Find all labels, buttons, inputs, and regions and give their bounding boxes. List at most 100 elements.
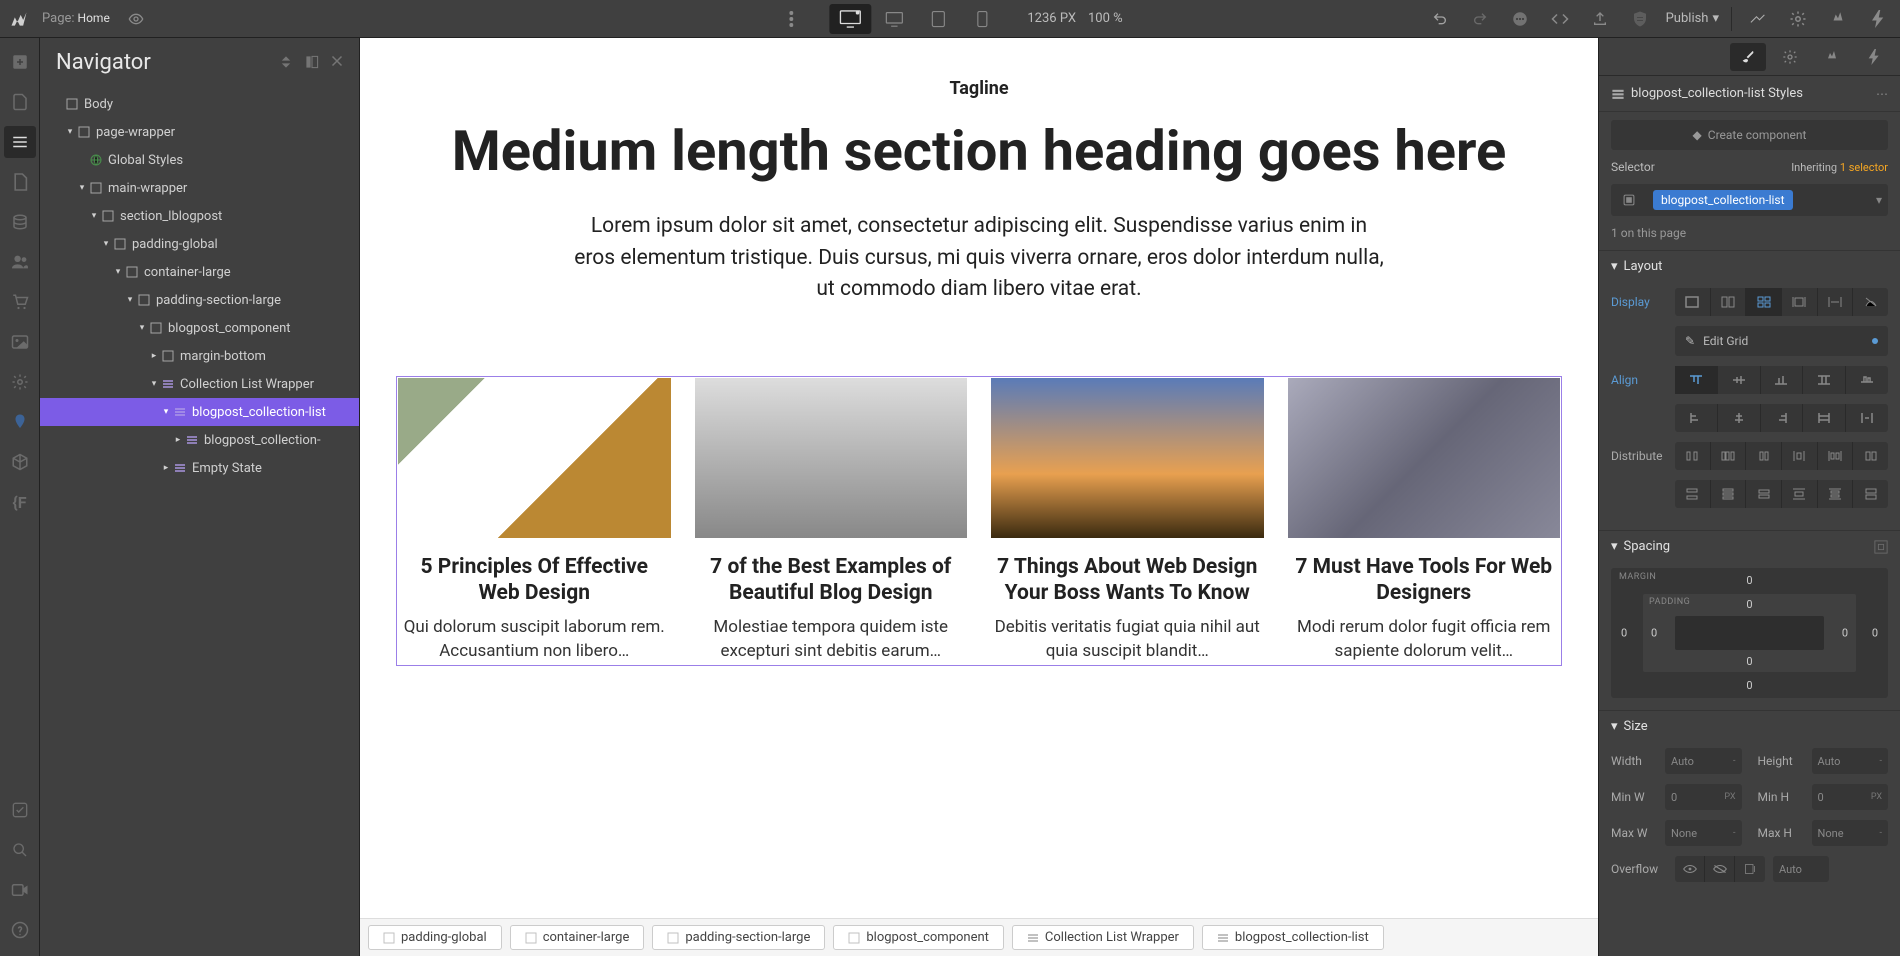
cms-icon[interactable] bbox=[4, 206, 36, 238]
distribute-4-button[interactable] bbox=[1782, 442, 1818, 470]
undo-icon[interactable] bbox=[1426, 5, 1454, 33]
post-thumbnail[interactable] bbox=[398, 378, 671, 538]
tree-item[interactable]: ▾section_lblogpost bbox=[40, 202, 359, 230]
justify-stretch-button[interactable] bbox=[1803, 404, 1846, 432]
tree-item[interactable]: ▾padding-global bbox=[40, 230, 359, 258]
overflow-visible-button[interactable] bbox=[1675, 856, 1705, 882]
section-heading[interactable]: Medium length section heading goes here bbox=[380, 119, 1578, 183]
ecommerce-icon[interactable] bbox=[4, 286, 36, 318]
spacing-section-title[interactable]: ▾Spacing bbox=[1611, 539, 1670, 554]
display-inline-button[interactable] bbox=[1818, 288, 1854, 316]
distribute-8-button[interactable] bbox=[1711, 480, 1747, 508]
margin-left-value[interactable]: 0 bbox=[1621, 627, 1627, 640]
settings-panel-tab-icon[interactable] bbox=[1784, 5, 1812, 33]
style-tab-brush-icon[interactable] bbox=[1730, 43, 1766, 71]
collection-item[interactable]: 7 of the Best Examples of Beautiful Blog… bbox=[695, 378, 968, 664]
align-top-button[interactable] bbox=[1675, 366, 1718, 394]
device-desktop-button[interactable] bbox=[873, 4, 915, 34]
minh-input[interactable]: 0PX bbox=[1812, 784, 1889, 810]
breadcrumb-item[interactable]: container-large bbox=[510, 925, 645, 950]
tree-item[interactable]: ▾blogpost_collection-list bbox=[40, 398, 359, 426]
margin-top-value[interactable]: 0 bbox=[1746, 574, 1752, 587]
post-excerpt[interactable]: Debitis veritatis fugiat quia nihil aut … bbox=[991, 616, 1264, 664]
breadcrumb-item[interactable]: Collection List Wrapper bbox=[1012, 925, 1194, 950]
post-excerpt[interactable]: Modi rerum dolor fugit officia rem sapie… bbox=[1288, 616, 1561, 664]
device-desktop-large-button[interactable] bbox=[829, 4, 871, 34]
align-baseline-button[interactable] bbox=[1846, 366, 1888, 394]
justify-end-button[interactable] bbox=[1761, 404, 1804, 432]
post-thumbnail[interactable] bbox=[1288, 378, 1561, 538]
collection-item[interactable]: 7 Things About Web Design Your Boss Want… bbox=[991, 378, 1264, 664]
close-icon[interactable] bbox=[331, 55, 343, 69]
settings-icon[interactable] bbox=[4, 366, 36, 398]
tree-item[interactable]: Body bbox=[40, 90, 359, 118]
breadcrumb-item[interactable]: blogpost_collection-list bbox=[1202, 925, 1384, 950]
spacing-editor[interactable]: MARGIN 0 0 0 0 PADDING 0 0 0 0 bbox=[1611, 568, 1888, 698]
search-icon[interactable] bbox=[4, 834, 36, 866]
post-title[interactable]: 7 Must Have Tools For Web Designers bbox=[1288, 554, 1561, 607]
justify-start-button[interactable] bbox=[1675, 404, 1718, 432]
distribute-9-button[interactable] bbox=[1746, 480, 1782, 508]
display-grid-button[interactable] bbox=[1746, 288, 1782, 316]
overflow-scroll-button[interactable] bbox=[1735, 856, 1765, 882]
tree-item[interactable]: ▾padding-section-large bbox=[40, 286, 359, 314]
code-icon[interactable] bbox=[1546, 5, 1574, 33]
post-title[interactable]: 7 Things About Web Design Your Boss Want… bbox=[991, 554, 1264, 607]
post-thumbnail[interactable] bbox=[991, 378, 1264, 538]
zoom-value[interactable]: 100 bbox=[1088, 11, 1110, 26]
users-icon[interactable] bbox=[4, 246, 36, 278]
align-bottom-button[interactable] bbox=[1761, 366, 1804, 394]
display-flex-button[interactable] bbox=[1711, 288, 1747, 316]
collapse-icon[interactable] bbox=[279, 55, 293, 69]
video-icon[interactable] bbox=[4, 874, 36, 906]
post-excerpt[interactable]: Qui dolorum suscipit laborum rem. Accusa… bbox=[398, 616, 671, 664]
style-tab-manager-icon[interactable] bbox=[1814, 43, 1850, 71]
align-stretch-button[interactable] bbox=[1803, 366, 1846, 394]
tree-item[interactable]: Global Styles bbox=[40, 146, 359, 174]
display-inline-block-button[interactable] bbox=[1782, 288, 1818, 316]
section-lede[interactable]: Lorem ipsum dolor sit amet, consectetur … bbox=[569, 211, 1389, 306]
pin-icon[interactable] bbox=[305, 55, 319, 69]
tagline[interactable]: Tagline bbox=[380, 78, 1578, 99]
collection-item[interactable]: 5 Principles Of Effective Web Design Qui… bbox=[398, 378, 671, 664]
more-options-icon[interactable] bbox=[777, 5, 805, 33]
height-input[interactable]: Auto- bbox=[1812, 748, 1889, 774]
tree-item[interactable]: ▸margin-bottom bbox=[40, 342, 359, 370]
distribute-5-button[interactable] bbox=[1818, 442, 1854, 470]
distribute-10-button[interactable] bbox=[1782, 480, 1818, 508]
preview-icon[interactable] bbox=[122, 5, 150, 33]
post-excerpt[interactable]: Molestiae tempora quidem iste excepturi … bbox=[695, 616, 968, 664]
canvas-width[interactable]: 1236 bbox=[1027, 11, 1056, 26]
inheriting-text[interactable]: Inheriting 1 selector bbox=[1791, 161, 1888, 174]
tree-item[interactable]: ▾blogpost_component bbox=[40, 314, 359, 342]
canvas[interactable]: Tagline Medium length section heading go… bbox=[360, 38, 1598, 918]
distribute-3-button[interactable] bbox=[1746, 442, 1782, 470]
distribute-2-button[interactable] bbox=[1711, 442, 1747, 470]
breadcrumb-item[interactable]: blogpost_component bbox=[833, 925, 1004, 950]
comments-icon[interactable] bbox=[1506, 5, 1534, 33]
overflow-hidden-button[interactable] bbox=[1705, 856, 1735, 882]
selector-state-button[interactable] bbox=[1611, 184, 1647, 216]
create-component-button[interactable]: ◆ Create component bbox=[1611, 120, 1888, 150]
publish-button[interactable]: Publish ▾ bbox=[1666, 11, 1719, 26]
distribute-12-button[interactable] bbox=[1853, 480, 1888, 508]
webflow-logo-icon[interactable] bbox=[8, 8, 30, 30]
breadcrumb-item[interactable]: padding-global bbox=[368, 925, 502, 950]
collection-item[interactable]: 7 Must Have Tools For Web Designers Modi… bbox=[1288, 378, 1561, 664]
chevron-down-icon[interactable]: ▾ bbox=[1876, 193, 1882, 207]
width-input[interactable]: Auto- bbox=[1665, 748, 1742, 774]
justify-center-button[interactable] bbox=[1718, 404, 1761, 432]
post-title[interactable]: 7 of the Best Examples of Beautiful Blog… bbox=[695, 554, 968, 607]
style-manager-tab-icon[interactable] bbox=[1824, 5, 1852, 33]
minw-input[interactable]: 0PX bbox=[1665, 784, 1742, 810]
style-panel-tab-icon[interactable] bbox=[1744, 5, 1772, 33]
audit-check-icon[interactable] bbox=[4, 794, 36, 826]
collection-list[interactable]: 5 Principles Of Effective Web Design Qui… bbox=[396, 376, 1562, 666]
distribute-6-button[interactable] bbox=[1853, 442, 1888, 470]
page-indicator[interactable]: Page: Home bbox=[42, 11, 110, 26]
padding-right-value[interactable]: 0 bbox=[1842, 627, 1848, 640]
post-thumbnail[interactable] bbox=[695, 378, 968, 538]
redo-icon[interactable] bbox=[1466, 5, 1494, 33]
more-icon[interactable]: ⋯ bbox=[1876, 87, 1888, 101]
device-mobile-button[interactable] bbox=[961, 4, 1003, 34]
